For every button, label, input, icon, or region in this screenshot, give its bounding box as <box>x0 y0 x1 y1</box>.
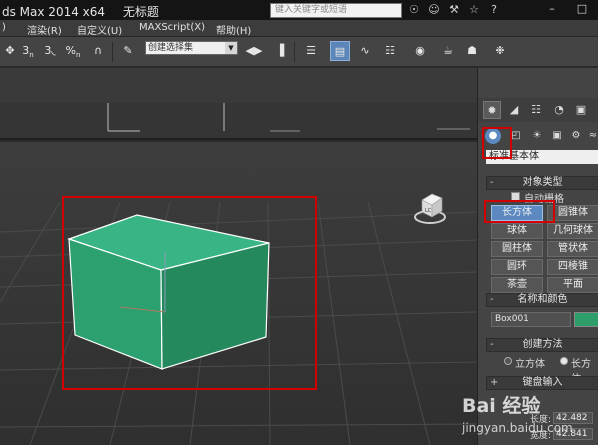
cube-radio-label: 立方体 <box>515 359 545 370</box>
infocenter-toolbar: ☉ ☺ ⚒ ☆ ? <box>407 2 501 18</box>
window-title: ds Max 2014 x64 无标题 <box>2 3 173 20</box>
angle-snap-button[interactable]: 3◟ <box>40 41 60 61</box>
align-icon[interactable]: ▐ <box>270 41 290 61</box>
main-toolbar: ✥ 3n 3◟ %n ∩ ✎ 创建选择集 ▼ ◀▶ ▐ ☰ ▤ ∿ ☷ ◉ ☕ … <box>0 37 598 67</box>
document-title: 无标题 <box>122 5 159 19</box>
render-frame-icon[interactable]: ☗ <box>462 41 482 61</box>
tube-button[interactable]: 管状体 <box>547 241 598 257</box>
viewport-strip <box>0 68 477 103</box>
cylinder-button[interactable]: 圆柱体 <box>491 241 543 257</box>
menu-item-maxscript[interactable]: MAXScript(X) <box>139 22 205 33</box>
tab-motion[interactable]: ◔ <box>550 101 568 119</box>
app-title: ds Max 2014 x64 <box>2 5 106 19</box>
menu-bar: ) 渲染(R) 自定义(U) MAXScript(X) 帮助(H) <box>0 20 598 37</box>
percent-snap-button[interactable]: %n <box>63 41 83 61</box>
select-move-icon[interactable]: ✥ <box>0 41 20 61</box>
box-radio[interactable] <box>560 357 568 365</box>
toolbar-separator <box>112 42 113 62</box>
object-type-rollout[interactable]: - 对象类型 <box>486 176 598 190</box>
keyboard-entry-title: 键盘输入 <box>522 377 563 388</box>
watermark-site: jingyan.baidu.com <box>462 421 573 435</box>
menu-item-help[interactable]: 帮助(H) <box>216 22 251 37</box>
cameras-icon[interactable]: ▣ <box>549 128 565 144</box>
maximize-button[interactable]: □ <box>568 1 596 17</box>
top-viewport[interactable] <box>0 103 477 140</box>
command-panel-tabs: ✹ ◢ ☷ ◔ ▣ <box>478 98 598 122</box>
user-icon[interactable]: ☺ <box>427 2 441 17</box>
render-setup-icon[interactable]: ☕ <box>438 41 458 61</box>
geometry-highlight <box>482 127 512 159</box>
creation-method-options: 立方体 长方体 <box>486 355 598 385</box>
tab-hierarchy[interactable]: ☷ <box>527 101 545 119</box>
viewcube: LC <box>414 193 446 224</box>
named-selection-dropdown[interactable]: 创建选择集 ▼ <box>145 41 238 55</box>
top-viewport-lines <box>107 103 470 132</box>
name-color-rollout[interactable]: - 名称和颜色 <box>486 293 598 307</box>
material-editor-icon[interactable]: ◉ <box>410 41 430 61</box>
lights-icon[interactable]: ☀ <box>529 128 545 144</box>
edit-named-selection-icon[interactable]: ✎ <box>118 41 138 61</box>
wrench-icon[interactable]: ⚒ <box>447 2 461 17</box>
teapot-button[interactable]: 茶壶 <box>491 277 543 293</box>
angle-snap-label: 3 <box>44 44 52 57</box>
layer-manager-icon[interactable]: ☰ <box>301 41 321 61</box>
box-button-highlight <box>484 200 555 223</box>
tab-display[interactable]: ▣ <box>572 101 590 119</box>
command-panel: ✹ ◢ ☷ ◔ ▣ ● ◰ ☀ ▣ ⚙ ≈ 标准基本体 - 对象类型 自动栅格 … <box>477 68 598 445</box>
title-bar: ds Max 2014 x64 无标题 键入关键字或短语 ☉ ☺ ⚒ ☆ ? –… <box>0 0 598 20</box>
creation-method-title: 创建方法 <box>522 339 563 350</box>
toolbar-separator <box>294 42 295 62</box>
menu-item-render[interactable]: 渲染(R) <box>27 22 62 37</box>
name-color-title: 名称和颜色 <box>517 294 568 305</box>
box-highlight <box>62 196 317 390</box>
viewcube-label: LC <box>425 208 432 214</box>
star-icon[interactable]: ☆ <box>467 2 481 17</box>
window-controls: – □ <box>538 1 596 17</box>
helpers-icon[interactable]: ⚙ <box>568 128 584 144</box>
creation-method-rollout[interactable]: - 创建方法 <box>486 338 598 352</box>
systems-icon[interactable]: ≈ <box>585 128 598 144</box>
rollout-sign: - <box>490 294 494 305</box>
snap-toggle-button[interactable]: 3n <box>18 41 38 61</box>
spinner-snap-button[interactable]: ∩ <box>88 41 108 61</box>
scene-explorer-icon[interactable]: ▤ <box>330 41 350 61</box>
pyramid-button[interactable]: 四棱锥 <box>547 259 598 275</box>
tab-create[interactable]: ✹ <box>483 101 501 119</box>
plane-button[interactable]: 平面 <box>547 277 598 293</box>
binoculars-icon[interactable]: ☉ <box>407 2 421 17</box>
menu-item-truncated[interactable]: ) <box>2 22 6 33</box>
rollout-sign: - <box>490 339 494 350</box>
render-production-icon[interactable]: ❉ <box>490 41 510 61</box>
cube-radio[interactable] <box>504 357 512 365</box>
chevron-down-icon: ▼ <box>225 42 237 54</box>
watermark-logo: Bai 经验 <box>462 395 541 417</box>
object-type-title: 对象类型 <box>522 177 563 188</box>
search-input[interactable]: 键入关键字或短语 <box>270 3 402 18</box>
rollout-sign: - <box>490 177 494 188</box>
schematic-view-icon[interactable]: ☷ <box>380 41 400 61</box>
percent-snap-label: % <box>65 44 76 57</box>
curve-editor-icon[interactable]: ∿ <box>355 41 375 61</box>
geosphere-button[interactable]: 几何球体 <box>547 223 598 239</box>
torus-button[interactable]: 圆环 <box>491 259 543 275</box>
help-icon[interactable]: ? <box>487 2 501 17</box>
sphere-button[interactable]: 球体 <box>491 223 543 239</box>
mirror-icon[interactable]: ◀▶ <box>244 41 264 61</box>
tab-modify[interactable]: ◢ <box>505 101 523 119</box>
keyboard-entry-rollout[interactable]: + 键盘输入 <box>486 376 598 390</box>
object-color-swatch[interactable] <box>574 312 598 327</box>
object-name-field[interactable]: Box001 <box>491 312 571 327</box>
menu-item-customize[interactable]: 自定义(U) <box>77 22 122 37</box>
watermark: Bai 经验 jingyan.baidu.com <box>462 391 598 445</box>
minimize-button[interactable]: – <box>538 1 566 17</box>
rollout-sign: + <box>490 377 499 388</box>
named-selection-value: 创建选择集 <box>148 43 194 53</box>
